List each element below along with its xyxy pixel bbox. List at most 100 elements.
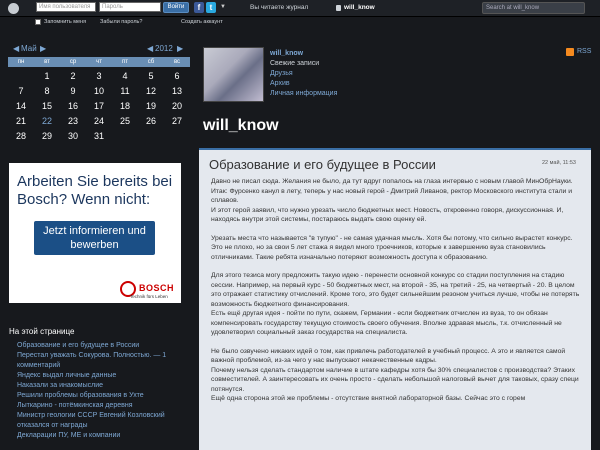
calendar-grid: 1 2 3 4 5 6 7 8 9 10 11 12 13 14 15 16 17 18 19 20 21 22 23 24 2… xyxy=(8,70,190,143)
remember-checkbox[interactable] xyxy=(35,19,41,25)
calendar-day: 14 xyxy=(15,101,26,111)
journal-title[interactable]: will_know xyxy=(203,117,279,135)
sidebar-link[interactable]: Образование и его будущее в России xyxy=(17,341,192,351)
weekday-header: пн вт ср чт пт сб вс xyxy=(8,57,190,67)
on-page-heading: На этой странице xyxy=(9,327,75,336)
next-month-arrow[interactable]: ▶ xyxy=(40,44,46,53)
post-text: Урезать места что называется "в тупую" -… xyxy=(211,234,573,261)
livejournal-logo-icon[interactable] xyxy=(8,3,19,14)
prev-year-arrow[interactable]: ◀ xyxy=(147,44,153,53)
calendar-day: 16 xyxy=(67,101,78,111)
twitter-icon[interactable]: t xyxy=(206,2,216,13)
ad-headline: Arbeiten Sie bereits bei Bosch? Wenn nic… xyxy=(17,173,173,208)
post-text: Не было озвучено никаких идей о том, как… xyxy=(211,347,566,365)
post-text: Ещё одна сторона этой же проблемы - отсу… xyxy=(211,395,526,402)
post-text: Есть ещё другая идея - пойти по пути, ск… xyxy=(211,310,562,336)
calendar-day xyxy=(164,130,190,143)
calendar-day: 6 xyxy=(174,71,180,81)
calendar-day: 28 xyxy=(15,131,26,141)
header-band: Запомнить меня Забыли пароль? Создать ак… xyxy=(0,17,600,35)
calendar-day: 11 xyxy=(120,86,130,96)
fresh-posts-label: Свежие записи xyxy=(270,60,320,67)
calendar-day: 12 xyxy=(145,86,156,96)
calendar-day: 26 xyxy=(145,116,156,126)
post-text: Давно не писал сюда. Желания не было, да… xyxy=(211,178,573,185)
calendar-day: 23 xyxy=(67,116,78,126)
calendar-day: 17 xyxy=(93,101,104,111)
post-date: 22 май, 11:53 xyxy=(542,160,576,166)
calendar-day xyxy=(8,70,34,83)
sidebar-link[interactable]: Министр геологии СССР Евгений Козловский… xyxy=(17,411,192,431)
journal-name-link[interactable]: will_know xyxy=(344,4,375,11)
calendar-day[interactable]: 22 xyxy=(34,115,60,128)
profile-username[interactable]: will_know xyxy=(270,49,337,59)
post-text: Для этого тезиса могу предложить такую и… xyxy=(211,272,580,308)
calendar-day: 8 xyxy=(44,86,50,96)
calendar-day: 13 xyxy=(171,86,182,96)
ad-apply-button[interactable]: Jetzt informieren und bewerben xyxy=(34,221,155,255)
forgot-password-link[interactable]: Забыли пароль? xyxy=(100,19,142,25)
weekday-label: вт xyxy=(44,59,50,65)
calendar-day: 25 xyxy=(119,116,130,126)
calendar-day: 31 xyxy=(93,131,104,141)
post-text: И этот герой заявил, что нужно урезать ч… xyxy=(211,206,564,224)
rss-icon[interactable] xyxy=(566,48,574,56)
calendar-day: 21 xyxy=(15,116,26,126)
prev-month-arrow[interactable]: ◀ xyxy=(13,44,19,53)
calendar-day: 27 xyxy=(171,116,182,126)
search-input[interactable]: Search at will_know xyxy=(482,2,585,14)
calendar-month[interactable]: Май xyxy=(21,44,37,53)
calendar-day: 5 xyxy=(148,71,154,81)
username-input[interactable]: Имя пользователя xyxy=(36,2,96,12)
calendar-day xyxy=(112,130,138,143)
top-bar: Имя пользователя Пароль Войти f t ▼ Вы ч… xyxy=(0,0,600,17)
calendar-day: 29 xyxy=(41,131,52,141)
calendar-day: 20 xyxy=(171,101,182,111)
calendar-day: 10 xyxy=(93,86,104,96)
user-icon xyxy=(336,5,341,11)
sidebar-link[interactable]: Перестал уважать Сокурова. Полностью. — … xyxy=(17,351,192,371)
friends-link[interactable]: Друзья xyxy=(270,69,337,79)
post-entry: Образование и его будущее в России 22 ма… xyxy=(199,148,591,450)
sidebar-link[interactable]: Лыткарино - потёмкинская деревня xyxy=(17,401,192,411)
create-account-link[interactable]: Создать аккаунт xyxy=(181,19,223,25)
weekday-label: пн xyxy=(17,59,25,65)
profile-info-link[interactable]: Личная информация xyxy=(270,89,337,99)
on-page-links: Образование и его будущее в России Перес… xyxy=(17,341,192,441)
calendar-day: 15 xyxy=(41,101,52,111)
post-text: Почему нельзя сделать стандартом наличие… xyxy=(211,366,579,393)
sidebar-link[interactable]: Декларации ПУ, МЕ и компании xyxy=(17,431,192,441)
weekday-label: пт xyxy=(122,59,128,65)
bosch-ad[interactable]: Arbeiten Sie bereits bei Bosch? Wenn nic… xyxy=(9,163,181,303)
remember-label: Запомнить меня xyxy=(44,19,87,25)
profile-links: will_know Свежие записи Друзья Архив Лич… xyxy=(270,49,337,99)
calendar-day: 7 xyxy=(18,86,24,96)
ad-tagline: Technik fürs Leben xyxy=(130,294,168,299)
calendar-day: 3 xyxy=(96,71,102,81)
rss-link[interactable]: RSS xyxy=(577,48,591,55)
calendar-day: 24 xyxy=(93,116,104,126)
login-button[interactable]: Войти xyxy=(163,2,189,13)
calendar-day: 2 xyxy=(70,71,76,81)
userpic[interactable] xyxy=(203,47,264,102)
sidebar-link[interactable]: Наказали за инакомыслие xyxy=(17,381,192,391)
post-body: Давно не писал сюда. Желания не было, да… xyxy=(211,177,581,413)
calendar-day: 18 xyxy=(119,101,130,111)
chevron-down-icon[interactable]: ▼ xyxy=(218,2,228,13)
calendar-day: 4 xyxy=(122,71,128,81)
post-title[interactable]: Образование и его будущее в России xyxy=(209,157,436,172)
password-input[interactable]: Пароль xyxy=(99,2,161,12)
weekday-label: ср xyxy=(69,59,77,65)
next-year-arrow[interactable]: ▶ xyxy=(177,44,183,53)
weekday-label: вс xyxy=(173,59,181,65)
calendar-day: 9 xyxy=(70,86,76,96)
sidebar-link[interactable]: Решили проблемы образования в Ухте xyxy=(17,391,192,401)
sidebar-link[interactable]: Яндекс выдал личные данные xyxy=(17,371,192,381)
calendar: ◀ Май ▶ ◀ 2012 ▶ пн вт ср чт пт сб вс 12345678… xyxy=(8,44,190,143)
archive-link[interactable]: Архив xyxy=(270,79,337,89)
calendar-year[interactable]: 2012 xyxy=(155,44,173,53)
facebook-icon[interactable]: f xyxy=(194,2,204,13)
post-text: Итак: Фурсенко канул в лету, теперь у на… xyxy=(211,187,573,205)
journal-intro: Вы читаете журнал xyxy=(250,4,309,11)
calendar-day: 30 xyxy=(67,131,78,141)
